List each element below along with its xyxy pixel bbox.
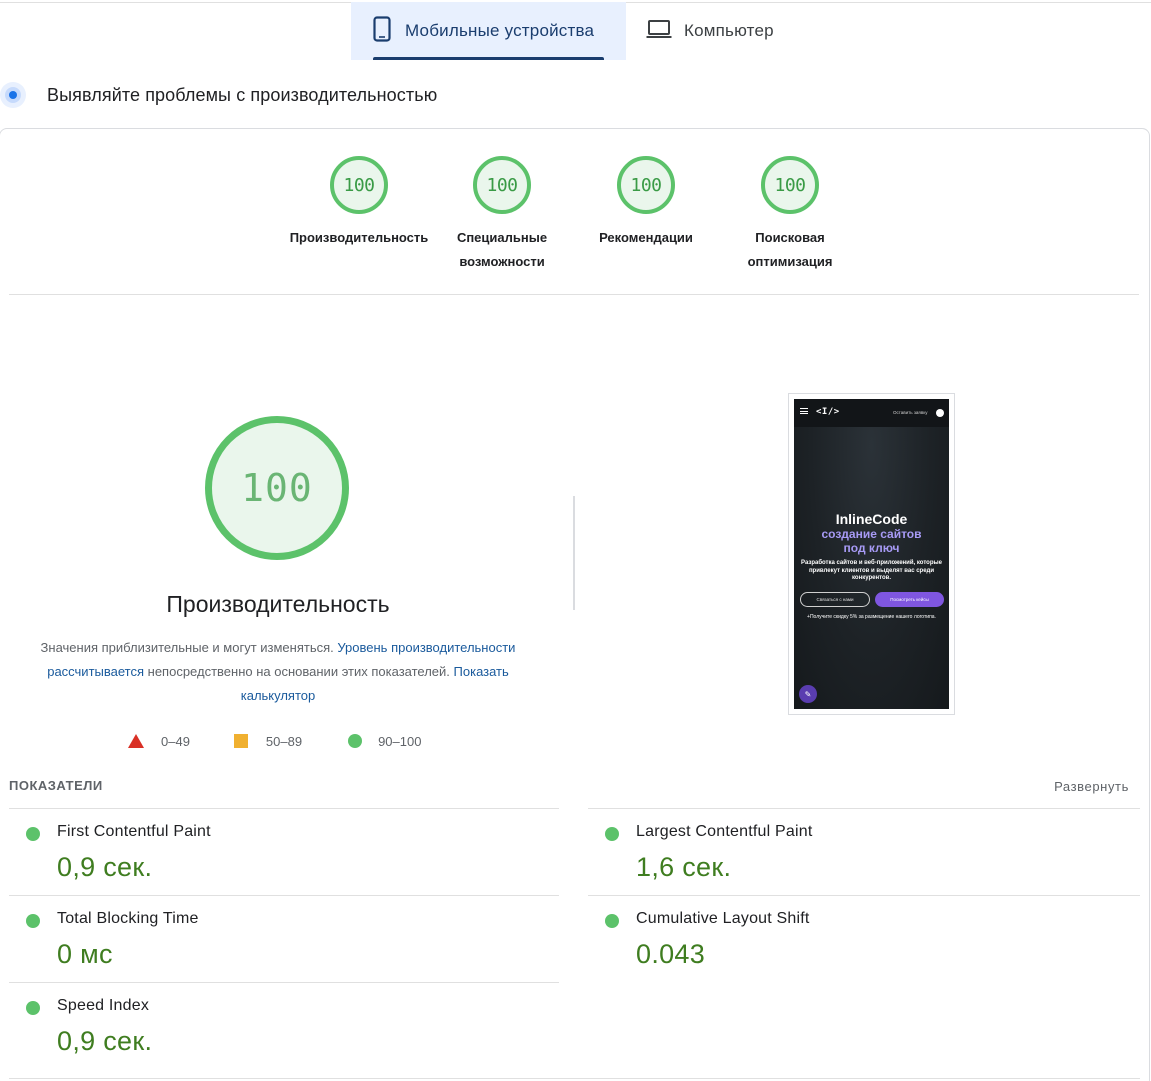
- score-legend: 0–49 50–89 90–100: [128, 731, 421, 751]
- performance-gauge: 100: [205, 416, 349, 560]
- metric-value: 0,9 сек.: [57, 852, 153, 882]
- legend-fail: 0–49: [128, 734, 190, 749]
- gauges-divider: [9, 294, 1139, 295]
- request-link: Оставить заявку: [893, 410, 928, 415]
- metric-fcp: First Contentful Paint 0,9 сек.: [9, 809, 559, 895]
- gauge-seo[interactable]: 100 Поисковая оптимизация: [718, 156, 862, 274]
- vertical-separator: [573, 496, 575, 610]
- cases-button: Посмотреть кейсы: [875, 592, 944, 607]
- metric-name: Cumulative Layout Shift: [636, 910, 810, 927]
- smartphone-icon: [373, 15, 391, 47]
- metric-name: Total Blocking Time: [57, 910, 199, 927]
- average-square-icon: [233, 734, 248, 748]
- site-promo: +Получите скидку 5% за размещение нашего…: [807, 614, 936, 620]
- gauge-best-practices[interactable]: 100 Рекомендации: [574, 156, 718, 250]
- pass-circle-icon: [348, 734, 363, 748]
- legend-pass: 90–100: [348, 734, 421, 749]
- metric-tbt: Total Blocking Time 0 мс: [9, 896, 559, 982]
- active-tab-indicator: [373, 57, 604, 60]
- metrics-heading: ПОКАЗАТЕЛИ: [9, 778, 103, 793]
- tab-mobile-label: Мобильные устройства: [405, 21, 595, 40]
- device-tabs: Мобильные устройства Компьютер: [351, 2, 826, 60]
- section-title: Выявляйте проблемы с производительностью: [47, 84, 438, 105]
- metric-value: 1,6 сек.: [636, 852, 732, 882]
- gauge-ring: 100: [473, 156, 531, 214]
- pass-circle-icon: [26, 1001, 40, 1015]
- metric-value: 0,9 сек.: [57, 1026, 153, 1056]
- metric-value: 0.043: [636, 939, 706, 969]
- gauge-label: Производительность: [289, 230, 429, 245]
- gauge-ring: 100: [330, 156, 388, 214]
- gauge-ring: 100: [761, 156, 819, 214]
- hamburger-menu-icon: [800, 408, 808, 414]
- performance-gauge-icon: [0, 81, 27, 109]
- tab-desktop[interactable]: Компьютер: [626, 2, 826, 60]
- laptop-icon: [646, 19, 672, 44]
- description-text: Значения приблизительные и могут изменят…: [40, 640, 334, 655]
- screenshot-content: <I/> Оставить заявку InlineCode создание…: [794, 399, 949, 709]
- pass-circle-icon: [26, 914, 40, 928]
- expand-button[interactable]: Развернуть: [1054, 779, 1129, 794]
- gauge-label: Рекомендации: [599, 230, 693, 245]
- legend-average-label: 50–89: [265, 733, 303, 749]
- request-circle-icon: [936, 409, 944, 417]
- metric-name: Speed Index: [57, 997, 150, 1014]
- gauge-label: Специальные возможности: [456, 230, 548, 269]
- gauge-score: 100: [774, 174, 806, 196]
- pass-circle-icon: [605, 914, 619, 928]
- gauge-score: 100: [630, 174, 662, 196]
- legend-pass-label: 90–100: [378, 733, 422, 749]
- description-text: непосредственно на основании этих показа…: [147, 664, 450, 679]
- page-screenshot[interactable]: <I/> Оставить заявку InlineCode создание…: [788, 393, 955, 715]
- metric-divider: [9, 1078, 1140, 1079]
- metric-value: 0 мс: [57, 939, 113, 969]
- category-gauges: 100 Производительность 100 Специальные в…: [287, 156, 867, 286]
- tab-mobile[interactable]: Мобильные устройства: [351, 2, 626, 60]
- metric-lcp: Largest Contentful Paint 1,6 сек.: [588, 809, 1138, 895]
- metric-name: First Contentful Paint: [57, 823, 211, 840]
- performance-title: Производительность: [166, 591, 390, 617]
- gauge-accessibility[interactable]: 100 Специальные возможности: [430, 156, 574, 274]
- gauge-label: Поисковая оптимизация: [747, 230, 833, 269]
- fail-triangle-icon: [128, 734, 144, 748]
- gauge-score: 100: [486, 174, 518, 196]
- site-logo: <I/>: [816, 407, 840, 417]
- pass-circle-icon: [605, 827, 619, 841]
- gauge-score: 100: [343, 174, 375, 196]
- legend-average: 50–89: [233, 733, 303, 749]
- site-brand: InlineCode: [835, 511, 908, 527]
- metric-speed-index: Speed Index 0,9 сек.: [9, 983, 559, 1069]
- performance-description: Значения приблизительные и могут изменят…: [30, 636, 526, 708]
- contact-button: Связаться с нами: [800, 592, 870, 607]
- section-header: Выявляйте проблемы с производительностью: [0, 78, 437, 112]
- metric-name: Largest Contentful Paint: [636, 823, 813, 840]
- site-subtitle-line1: создание сайтов: [821, 527, 922, 541]
- screenshot-navbar: <I/> Оставить заявку: [794, 399, 949, 427]
- gauge-ring: 100: [617, 156, 675, 214]
- chat-icon: ✎: [799, 685, 817, 703]
- tab-desktop-label: Компьютер: [684, 21, 774, 40]
- legend-fail-label: 0–49: [161, 733, 190, 749]
- site-description: Разработка сайтов и веб-приложений, кото…: [801, 560, 942, 581]
- performance-score: 100: [241, 466, 313, 510]
- site-subtitle-line2: под ключ: [843, 541, 900, 555]
- gauge-performance[interactable]: 100 Производительность: [287, 156, 431, 250]
- metric-cls: Cumulative Layout Shift 0.043: [588, 896, 1138, 982]
- pass-circle-icon: [26, 827, 40, 841]
